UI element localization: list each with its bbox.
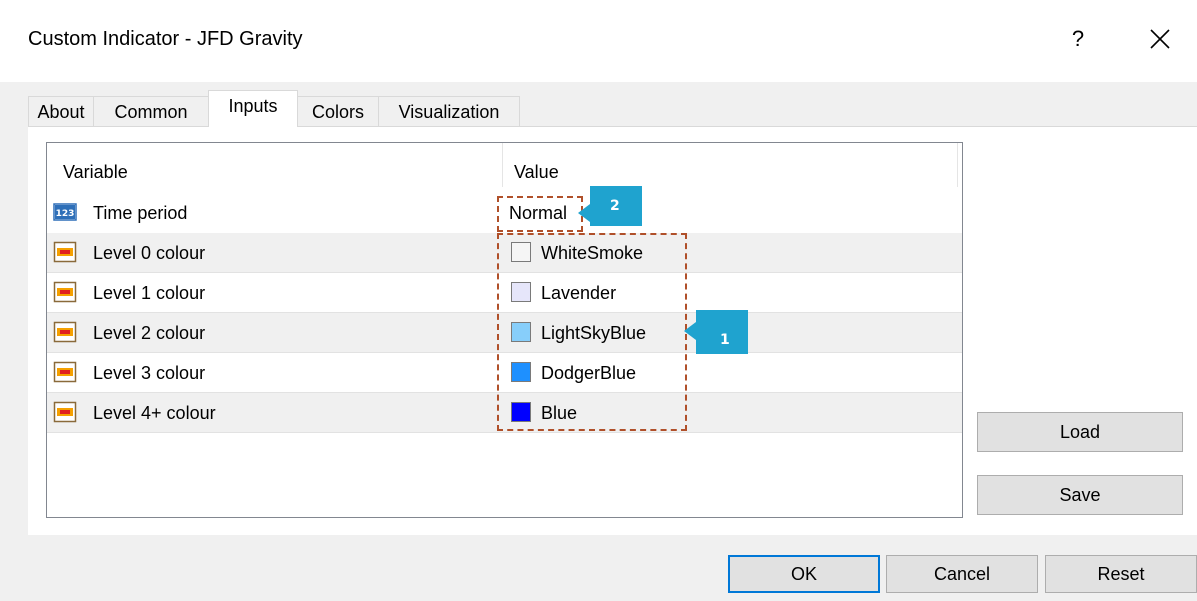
row-label: Level 0 colour (93, 243, 206, 263)
row-label: Level 1 colour (93, 283, 206, 303)
help-button[interactable]: ? (1063, 22, 1093, 56)
annotation-pointer (578, 204, 590, 222)
tab-colors[interactable]: Colors (297, 96, 379, 126)
color-input-icon (53, 361, 77, 383)
color-input-icon (53, 401, 77, 423)
annotation-pointer (684, 322, 696, 340)
tab-about[interactable]: About (28, 96, 94, 126)
row-label: Level 2 colour (93, 323, 206, 343)
color-input-icon (53, 241, 77, 263)
list-header: Variable Value (47, 143, 962, 193)
title-bar: Custom Indicator - JFD Gravity ? (0, 0, 1197, 82)
save-button[interactable]: Save (977, 475, 1183, 515)
tab-visualization[interactable]: Visualization (378, 96, 520, 126)
color-input-icon (53, 321, 77, 343)
ok-button[interactable]: OK (728, 555, 880, 593)
row-label: Time period (93, 203, 188, 223)
tab-common[interactable]: Common (93, 96, 209, 126)
close-button[interactable] (1140, 20, 1180, 58)
column-header-value[interactable]: Value (502, 143, 957, 193)
cancel-button[interactable]: Cancel (886, 555, 1038, 593)
annotation-highlight-time-period (497, 196, 583, 232)
row-label: Level 3 colour (93, 363, 206, 383)
color-input-icon (53, 281, 77, 303)
tab-inputs[interactable]: Inputs (208, 90, 298, 127)
load-button[interactable]: Load (977, 412, 1183, 452)
annotation-badge-1: 1 (696, 310, 748, 354)
column-separator[interactable] (957, 143, 958, 187)
svg-text:123: 123 (56, 209, 75, 219)
number-input-icon: 123 (53, 203, 77, 221)
window-title: Custom Indicator - JFD Gravity (28, 28, 303, 50)
annotation-highlight-colours (497, 233, 687, 431)
annotation-badge-2: 2 (590, 186, 642, 226)
reset-button[interactable]: Reset (1045, 555, 1197, 593)
close-icon (1150, 29, 1170, 49)
row-label: Level 4+ colour (93, 403, 216, 423)
column-header-variable[interactable]: Variable (47, 143, 502, 193)
